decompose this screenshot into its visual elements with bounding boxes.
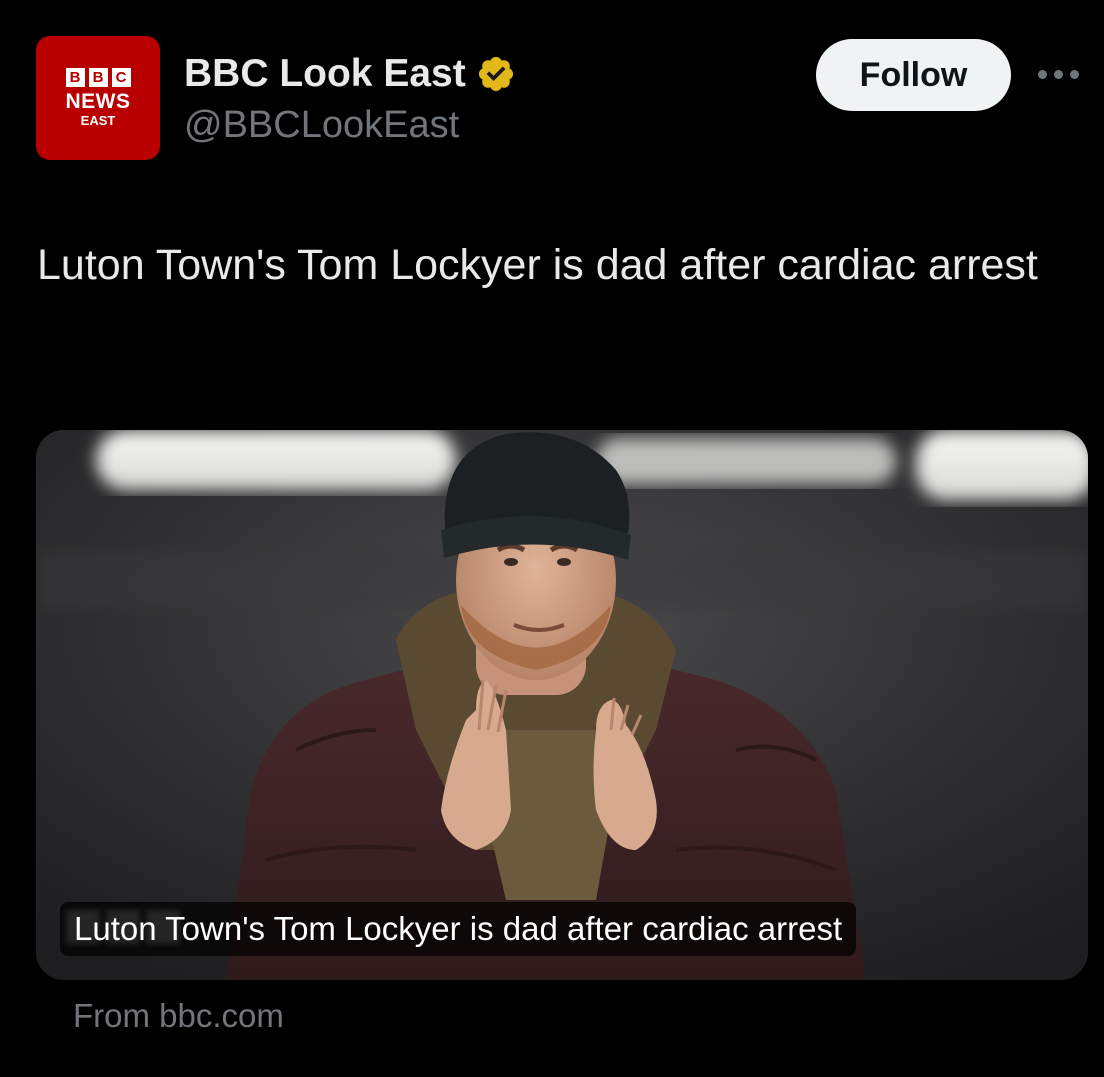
tweet-text: Luton Town's Tom Lockyer is dad after ca… <box>37 241 1038 289</box>
bbc-logo-blocks: B B C <box>65 67 131 87</box>
more-horizontal-icon[interactable] <box>1038 64 1086 84</box>
link-card[interactable]: Luton Town's Tom Lockyer is dad after ca… <box>36 430 1088 980</box>
card-source-link[interactable]: From bbc.com <box>73 994 284 1038</box>
card-photo <box>36 430 1088 980</box>
bbc-block-3: C <box>111 67 131 87</box>
avatar-brand-word: NEWS <box>65 89 131 113</box>
author-name-row: BBC Look East <box>184 50 516 98</box>
bbc-block-2: B <box>88 67 108 87</box>
avatar-region: EAST <box>80 112 116 128</box>
avatar[interactable]: B B C NEWS EAST <box>36 36 160 160</box>
card-title: Luton Town's Tom Lockyer is dad after ca… <box>60 902 857 956</box>
bbc-block-1: B <box>65 67 85 87</box>
gold-verified-icon[interactable] <box>476 54 516 94</box>
author-display-name[interactable]: BBC Look East <box>184 50 466 98</box>
tweet: B B C NEWS EAST BBC Look East @BBCLookEa… <box>0 0 1104 1077</box>
author-handle[interactable]: @BBCLookEast <box>184 102 459 148</box>
follow-button[interactable]: Follow <box>816 39 1011 111</box>
